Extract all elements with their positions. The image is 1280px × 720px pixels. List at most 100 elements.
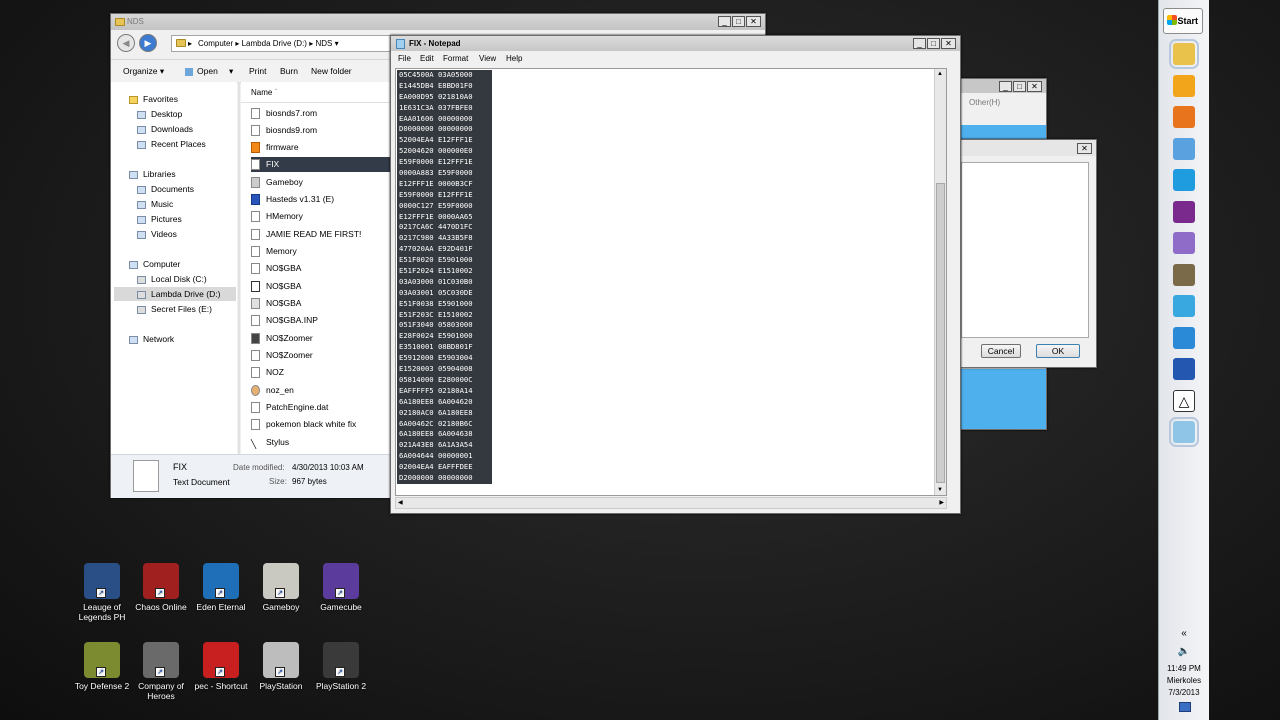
file-item-selected[interactable]: FIX (251, 157, 393, 172)
skype-icon[interactable] (1173, 169, 1195, 191)
nav-local-disk[interactable]: Local Disk (C:) (137, 272, 207, 286)
cloud-icon[interactable] (1173, 295, 1195, 317)
nav-recent-places[interactable]: Recent Places (137, 137, 206, 151)
file-item[interactable]: biosnds7.rom (251, 106, 393, 121)
scroll-left-icon[interactable]: ◀ (398, 499, 403, 506)
scroll-up-icon[interactable]: ▲ (937, 71, 943, 77)
volume-icon[interactable]: 🔈 (1159, 646, 1209, 657)
vertical-scrollbar[interactable]: ▲ ▼ (934, 69, 946, 495)
desktop-shortcut[interactable]: ↗ PlayStation 2 (311, 642, 371, 691)
file-item[interactable]: Gameboy (251, 175, 393, 190)
nav-secret-files[interactable]: Secret Files (E:) (137, 302, 212, 316)
menu-format[interactable]: Format (443, 54, 468, 63)
desktop-shortcut[interactable]: ↗ pec - Shortcut (191, 642, 251, 691)
nav-network[interactable]: Network (129, 332, 174, 346)
maximize-button[interactable]: □ (927, 38, 940, 49)
open-dropdown[interactable]: ▾ (229, 66, 233, 77)
maximize-button[interactable]: □ (1013, 81, 1026, 92)
breadcrumb-nds[interactable]: NDS (315, 39, 332, 48)
nav-music[interactable]: Music (137, 197, 173, 211)
nds-icon[interactable] (1173, 358, 1195, 380)
organize-button[interactable]: Organize ▾ (123, 66, 164, 77)
desktop-shortcut[interactable]: ↗ Gameboy (251, 563, 311, 612)
menu-view[interactable]: View (479, 54, 496, 63)
minimize-button[interactable]: _ (999, 81, 1012, 92)
chrome-icon[interactable] (1173, 137, 1195, 160)
file-item[interactable]: NO$Zoomer (251, 348, 393, 363)
nav-pictures[interactable]: Pictures (137, 212, 182, 226)
file-item[interactable]: Hasteds v1.31 (E) (251, 192, 393, 207)
close-button[interactable]: ✕ (746, 16, 761, 27)
name-column-header[interactable]: Name ˆ (251, 88, 277, 97)
file-item[interactable]: biosnds9.rom (251, 123, 393, 138)
nosgba-icon[interactable]: △ (1173, 389, 1195, 412)
clock-date[interactable]: 7/3/2013 (1159, 688, 1209, 697)
game-icon[interactable] (1173, 263, 1195, 286)
nav-lambda-drive[interactable]: Lambda Drive (D:) (114, 287, 236, 301)
file-item[interactable]: noz_en (251, 383, 393, 398)
desktop-shortcut[interactable]: ↗ Toy Defense 2 (72, 642, 132, 691)
start-button[interactable]: Start (1163, 8, 1203, 34)
desktop-shortcut[interactable]: ↗ PlayStation (251, 642, 311, 691)
notepad-icon[interactable] (1169, 417, 1199, 447)
file-item[interactable]: NOZ (251, 365, 393, 380)
open-button[interactable]: Open (185, 66, 218, 76)
file-item[interactable]: Memory (251, 244, 393, 259)
messenger-icon[interactable] (1173, 200, 1195, 223)
minimize-button[interactable]: _ (913, 38, 926, 49)
desktop-shortcut[interactable]: ↗ Chaos Online (131, 563, 191, 612)
file-item[interactable]: PatchEngine.dat (251, 400, 393, 415)
file-item[interactable]: NO$Zoomer (251, 331, 393, 346)
file-item[interactable]: JAMIE READ ME FIRST! (251, 227, 393, 242)
breadcrumb-computer[interactable]: Computer (198, 39, 233, 48)
menu-help[interactable]: Help (506, 54, 522, 63)
menu-file[interactable]: File (398, 54, 411, 63)
file-item[interactable]: ╲ Stylus (251, 435, 393, 450)
nav-downloads[interactable]: Downloads (137, 122, 193, 136)
menu-edit[interactable]: Edit (420, 54, 434, 63)
text-editor[interactable]: 05C4500A 03A05000 E1445DB4 E8BD01F0 EA000D… (395, 68, 947, 496)
nav-libraries[interactable]: Libraries (129, 167, 176, 181)
clock-day[interactable]: Mierkoles (1159, 676, 1209, 685)
ok-button[interactable]: OK (1036, 344, 1080, 358)
file-item[interactable]: NO$GBA.INP (251, 313, 393, 328)
desktop-shortcut[interactable]: ↗ Gamecube (311, 563, 371, 612)
burn-button[interactable]: Burn (280, 66, 298, 76)
scroll-right-icon[interactable]: ▶ (939, 499, 944, 506)
minimize-button[interactable]: _ (718, 16, 731, 27)
clock-time[interactable]: 11:49 PM (1159, 664, 1209, 673)
desktop-shortcut[interactable]: ↗ Company of Heroes (131, 642, 191, 701)
firefox-icon[interactable] (1173, 106, 1195, 128)
show-desktop-icon[interactable] (1179, 702, 1191, 712)
nav-videos[interactable]: Videos (137, 227, 177, 241)
back-button[interactable]: ◀ (117, 34, 135, 52)
new-folder-button[interactable]: New folder (311, 66, 352, 76)
nav-favorites[interactable]: Favorites (129, 92, 178, 106)
desktop-shortcut[interactable]: ↗ Eden Eternal (191, 563, 251, 612)
breadcrumb-lambda-drive[interactable]: Lambda Drive (D:) (242, 39, 307, 48)
scroll-thumb[interactable] (936, 183, 945, 483)
chrome-canary-icon[interactable] (1173, 74, 1195, 97)
file-item[interactable]: NO$GBA (251, 279, 393, 294)
forward-button[interactable]: ▶ (139, 34, 157, 52)
app-icon[interactable] (1173, 232, 1195, 254)
file-item[interactable]: pokemon black white fix (251, 417, 393, 432)
close-button[interactable]: ✕ (1027, 81, 1042, 92)
desktop-shortcut[interactable]: ↗ Leauge of Legends PH (72, 563, 132, 622)
scroll-down-icon[interactable]: ▼ (937, 487, 943, 493)
horizontal-scrollbar[interactable]: ◀ ▶ (395, 497, 947, 509)
file-item[interactable]: NO$GBA (251, 261, 393, 276)
close-button[interactable]: ✕ (1077, 143, 1092, 154)
pane-splitter[interactable] (238, 82, 240, 454)
nav-desktop[interactable]: Desktop (137, 107, 182, 121)
file-item[interactable]: NO$GBA (251, 296, 393, 311)
nav-documents[interactable]: Documents (137, 182, 194, 196)
tray-expand-button[interactable]: « (1159, 628, 1209, 639)
maximize-button[interactable]: □ (732, 16, 745, 27)
close-button[interactable]: ✕ (941, 38, 956, 49)
chat-icon[interactable] (1173, 326, 1195, 349)
file-item[interactable]: firmware (251, 140, 393, 155)
print-button[interactable]: Print (249, 66, 266, 76)
cancel-button[interactable]: Cancel (981, 344, 1021, 358)
file-item[interactable]: HMemory (251, 209, 393, 224)
